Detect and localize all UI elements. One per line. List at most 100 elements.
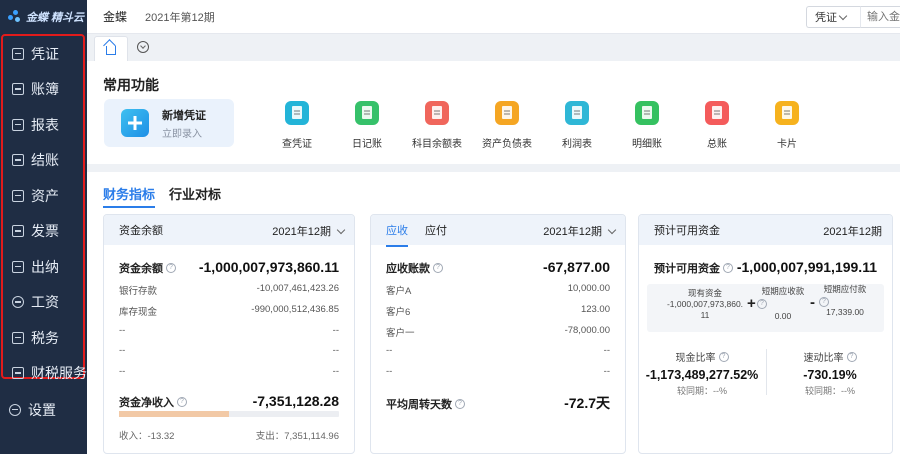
help-icon[interactable]: ? — [166, 263, 176, 273]
cash-ratio-label: 现金比率 — [675, 353, 716, 364]
quick-function-2[interactable]: 科目余额表 — [402, 101, 472, 150]
help-icon[interactable]: ? — [757, 299, 767, 309]
card-title: 预计可用资金 — [654, 225, 720, 237]
help-icon[interactable]: ? — [455, 399, 465, 409]
common-functions-panel: 常用功能 新增凭证 立即录入 查凭证 日记账 科目余额表 资产负债表 利润表 明细账 总账 卡… — [87, 61, 900, 164]
sidebar-item-5[interactable]: 发票 — [3, 214, 83, 250]
sidebar-item-1[interactable]: 账簿 — [3, 72, 83, 108]
tab-home[interactable] — [94, 36, 128, 61]
report-icon — [285, 101, 309, 125]
quick-function-label: 日记账 — [352, 139, 382, 150]
report-icon — [705, 101, 729, 125]
fund-balance-card: 资金余额 2021年12期 资金余额? -1,000,007,973,860.1… — [103, 214, 355, 454]
period-label: 2021年12期 — [272, 226, 331, 238]
main-label: 资金余额 — [119, 263, 163, 275]
gear-icon — [9, 403, 21, 416]
quick-function-3[interactable]: 资产负债表 — [472, 101, 542, 150]
quick-function-1[interactable]: 日记账 — [332, 101, 402, 150]
plus-icon — [121, 109, 149, 137]
company-name[interactable]: 金蝶 — [103, 8, 127, 25]
short-payable-label: 短期应付款 — [823, 284, 867, 294]
tab-payable[interactable]: 应付 — [425, 222, 447, 238]
sidebar-item-3[interactable]: 结账 — [3, 143, 83, 179]
sidebar-item-settings[interactable]: 设置 — [0, 392, 87, 428]
help-icon[interactable]: ? — [433, 263, 443, 273]
quick-function-6[interactable]: 总账 — [682, 101, 752, 150]
sidebar-item-6[interactable]: 出纳 — [3, 249, 83, 285]
quick-ratio: 速动比率? -730.19% 较同期：--% — [767, 349, 892, 397]
list-item: 客户A 10,000.00 — [386, 283, 610, 297]
main-label: 应收账款 — [386, 263, 430, 275]
period-label: 2021年12期 — [543, 226, 602, 238]
quick-function-0[interactable]: 查凭证 — [262, 101, 332, 150]
closing-icon — [12, 154, 24, 167]
accounting-period[interactable]: 2021年第12期 — [145, 9, 215, 25]
page-tabs — [87, 34, 900, 61]
amount-search-input[interactable] — [860, 6, 900, 28]
quick-function-label: 明细账 — [632, 139, 662, 150]
chevron-down-icon — [607, 225, 617, 234]
main-label: 预计可用资金 — [654, 263, 720, 275]
asset-icon — [12, 189, 24, 202]
chevron-down-icon — [140, 43, 146, 49]
net-income-label: 资金净收入 — [119, 397, 174, 409]
help-icon[interactable]: ? — [718, 351, 729, 362]
report-icon — [495, 101, 519, 125]
logo-text: 金蝶 精斗云 — [26, 12, 85, 24]
search-type-label: 凭证 — [815, 12, 837, 24]
report-icon — [425, 101, 449, 125]
help-icon[interactable]: ? — [723, 263, 733, 273]
quick-function-label: 查凭证 — [282, 139, 312, 150]
tab-financial-indicators[interactable]: 财务指标 — [103, 184, 156, 208]
tabs-dropdown-button[interactable] — [137, 41, 149, 53]
cash-ratio-compare: 较同期：--% — [677, 386, 727, 396]
sidebar-item-8[interactable]: 税务 — [3, 320, 83, 356]
report-icon — [355, 101, 379, 125]
quick-ratio-compare: 较同期：--% — [805, 386, 855, 396]
sidebar-item-4[interactable]: 资产 — [3, 178, 83, 214]
quick-function-label: 总账 — [707, 139, 727, 150]
net-income-value: -7,351,128.28 — [252, 393, 339, 409]
sidebar-item-label: 工资 — [31, 294, 59, 311]
report-icon — [635, 101, 659, 125]
help-icon[interactable]: ? — [177, 397, 187, 407]
income-expense-bar — [119, 411, 339, 417]
quick-function-7[interactable]: 卡片 — [752, 101, 822, 150]
list-item: 库存现金 -990,000,512,436.85 — [119, 304, 339, 318]
period-label: 2021年12期 — [823, 226, 882, 238]
sidebar-item-7[interactable]: 工资 — [3, 285, 83, 321]
main-value: -1,000,007,991,199.11 — [736, 259, 877, 275]
tab-industry-benchmark[interactable]: 行业对标 — [169, 184, 221, 203]
quick-ratio-label: 速动比率 — [803, 353, 844, 364]
quick-function-4[interactable]: 利润表 — [542, 101, 612, 150]
logo[interactable]: 金蝶 精斗云 — [0, 0, 87, 34]
quick-function-5[interactable]: 明细账 — [612, 101, 682, 150]
income-value: 收入：-13.32 — [119, 431, 175, 442]
report-icon — [12, 118, 24, 131]
list-item: -- -- — [119, 366, 339, 377]
main-value: -67,877.00 — [543, 259, 610, 275]
short-receivable-label: 短期应收款 — [761, 286, 805, 296]
quick-function-label: 资产负债表 — [482, 139, 532, 150]
help-icon[interactable]: ? — [819, 297, 829, 307]
chevron-down-icon — [336, 225, 346, 234]
turnover-value: -72.7天 — [564, 395, 610, 411]
sidebar-item-9[interactable]: 财税服务 — [3, 356, 87, 392]
top-bar: 金蝶 2021年第12期 凭证 — [87, 0, 900, 34]
period-select[interactable]: 2021年12期 — [272, 223, 346, 239]
quick-function-label: 科目余额表 — [412, 139, 462, 150]
cash-ratio: 现金比率? -1,173,489,277.52% 较同期：--% — [639, 349, 765, 397]
new-voucher-button[interactable]: 新增凭证 立即录入 — [104, 99, 234, 147]
period-select[interactable]: 2021年12期 — [543, 223, 617, 239]
tab-receivable[interactable]: 应收 — [386, 222, 408, 247]
help-icon[interactable]: ? — [846, 351, 857, 362]
expense-value: 支出：7,351,114.96 — [255, 431, 339, 442]
sidebar-item-2[interactable]: 报表 — [3, 107, 83, 143]
quick-ratio-value: -730.19% — [803, 368, 857, 382]
sidebar-item-0[interactable]: 凭证 — [3, 36, 83, 72]
list-item: -- -- — [386, 366, 610, 377]
search-type-select[interactable]: 凭证 — [806, 6, 860, 28]
available-funds-card: 预计可用资金 2021年12期 预计可用资金? -1,000,007,991,1… — [638, 214, 893, 454]
ledger-icon — [12, 83, 24, 96]
sidebar-item-label: 报表 — [31, 116, 59, 133]
